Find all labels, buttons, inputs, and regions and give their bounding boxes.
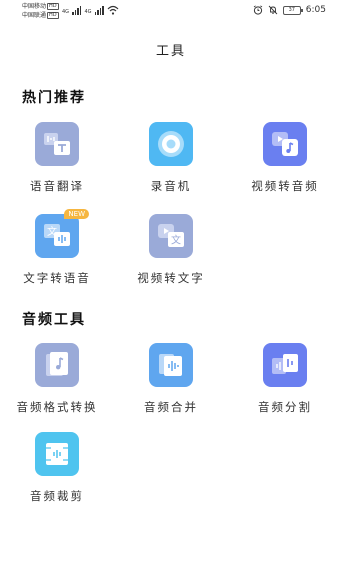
tool-text-to-speech[interactable]: 文 NEW 文字转语音 [0, 209, 114, 286]
tool-label: 录音机 [150, 179, 192, 193]
signal-icon [94, 5, 104, 15]
mute-icon [268, 5, 278, 15]
carrier-1: 中国移动 HD [22, 3, 59, 10]
video-to-text-icon: 文 [149, 214, 193, 258]
tool-audio-trim[interactable]: 音频裁剪 [0, 432, 114, 504]
network-type-2: 4G [84, 9, 92, 15]
voice-translate-icon [35, 122, 79, 166]
tool-label: 语音翻译 [30, 179, 84, 193]
tool-label: 视频转文字 [137, 271, 205, 285]
tool-video-to-text[interactable]: 文 视频转文字 [114, 214, 228, 286]
status-right: 37 6:05 [253, 5, 326, 15]
signal-icon [72, 5, 82, 15]
svg-text:文: 文 [171, 234, 181, 247]
network-icons: 4G 4G [62, 5, 119, 15]
carrier-2-label: 中国联通 [22, 12, 47, 19]
wifi-icon [107, 5, 119, 15]
tool-label: 音频分割 [258, 400, 312, 414]
audio-merge-icon [149, 343, 193, 387]
carrier-1-label: 中国移动 [22, 3, 47, 10]
battery-icon: 37 [282, 5, 303, 15]
tool-audio-merge[interactable]: 音频合并 [114, 343, 228, 415]
audio-trim-icon [35, 432, 79, 476]
recorder-icon [149, 122, 193, 166]
tool-label: 文字转语音 [23, 271, 91, 285]
tool-label: 音频裁剪 [30, 489, 84, 503]
tool-label: 音频格式转换 [16, 400, 98, 414]
hd-badge: HD [47, 3, 59, 10]
video-to-audio-icon [263, 122, 307, 166]
section-title-hot: 热门推荐 [22, 90, 86, 106]
tool-label: 视频转音频 [251, 179, 319, 193]
tool-audio-split[interactable]: 音频分割 [228, 343, 342, 415]
clock: 6:05 [305, 5, 326, 15]
status-bar: 中国移动 HD 中国联通 HD 4G 4G 37 6:05 [0, 0, 342, 26]
audio-format-convert-icon [35, 343, 79, 387]
alarm-icon [253, 5, 263, 15]
tool-video-to-audio[interactable]: 视频转音频 [228, 122, 342, 194]
tool-audio-format-convert[interactable]: 音频格式转换 [0, 343, 114, 415]
carrier-2: 中国联通 HD [22, 12, 59, 19]
text-to-speech-icon: 文 NEW [35, 209, 89, 258]
network-type-1: 4G [62, 9, 70, 15]
page-title: 工具 [155, 44, 186, 59]
new-badge: NEW [64, 209, 89, 219]
tool-label: 音频合并 [144, 400, 198, 414]
section-title-audio: 音频工具 [22, 312, 86, 328]
tool-recorder[interactable]: 录音机 [114, 122, 228, 194]
audio-split-icon [263, 343, 307, 387]
hd-badge: HD [47, 12, 59, 19]
tool-voice-translate[interactable]: 语音翻译 [0, 122, 114, 194]
